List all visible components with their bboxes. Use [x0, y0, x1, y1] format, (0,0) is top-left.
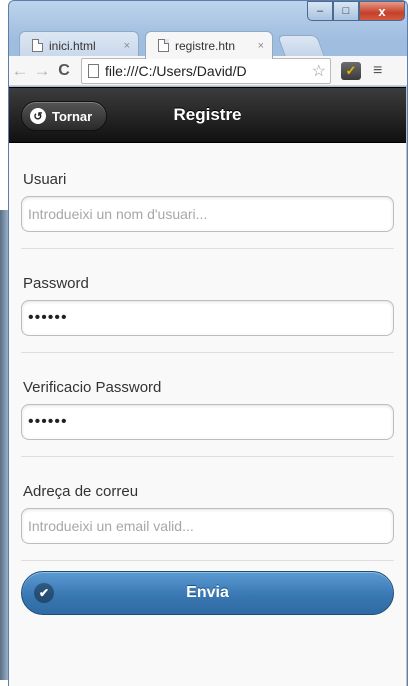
- password-verify-field-group: Verificacio Password: [21, 353, 394, 457]
- username-label: Usuari: [23, 171, 67, 188]
- back-button[interactable]: ↺ Tornar: [21, 101, 108, 131]
- reload-icon[interactable]: C: [53, 62, 75, 80]
- forward-arrow-icon[interactable]: →: [31, 61, 53, 81]
- username-input[interactable]: [21, 196, 394, 232]
- close-window-button[interactable]: x: [359, 1, 405, 21]
- window-controls: – □ x: [307, 1, 405, 21]
- page-icon: [32, 39, 43, 52]
- tab-registre[interactable]: registre.htn ×: [145, 31, 273, 59]
- submit-label: Envia: [186, 584, 229, 601]
- tab-close-icon[interactable]: ×: [258, 40, 264, 52]
- tab-strip: inici.html × registre.htn ×: [19, 25, 326, 59]
- menu-icon[interactable]: ≡: [373, 62, 382, 80]
- password-input[interactable]: [21, 300, 394, 336]
- username-field-group: Usuari: [21, 143, 394, 249]
- check-icon: ✔: [34, 583, 54, 603]
- bookmark-star-icon[interactable]: ☆: [308, 61, 330, 81]
- browser-toolbar: ← → C file:///C:/Users/David/D ☆ ✓ ≡: [9, 56, 407, 86]
- back-button-label: Tornar: [52, 108, 93, 124]
- back-arrow-icon[interactable]: ←: [9, 61, 31, 81]
- submit-button[interactable]: ✔ Envia: [21, 571, 394, 615]
- tab-close-icon[interactable]: ×: [124, 40, 130, 52]
- registration-form: Usuari Password Verificacio Password Adr…: [9, 143, 406, 560]
- tab-label: inici.html: [49, 38, 96, 53]
- page-icon: [158, 39, 169, 52]
- page-header: ↺ Tornar Registre: [9, 87, 406, 143]
- tab-inici[interactable]: inici.html ×: [19, 31, 139, 59]
- page-content: ↺ Tornar Registre Usuari Password Verifi…: [9, 87, 407, 686]
- tab-label: registre.htn: [175, 38, 236, 53]
- password-field-group: Password: [21, 249, 394, 353]
- address-bar[interactable]: file:///C:/Users/David/D ☆: [81, 57, 331, 84]
- url-text: file:///C:/Users/David/D: [105, 62, 247, 79]
- email-input[interactable]: [21, 508, 394, 544]
- submit-area: ✔ Envia: [21, 560, 394, 615]
- new-tab-button[interactable]: [276, 35, 326, 57]
- minimize-button[interactable]: –: [307, 1, 333, 21]
- extension-icon[interactable]: ✓: [341, 61, 361, 80]
- back-icon: ↺: [30, 108, 46, 124]
- password-verify-label: Verificacio Password: [23, 379, 162, 396]
- desktop-edge: [0, 0, 8, 686]
- page-title: Registre: [173, 105, 242, 124]
- password-verify-input[interactable]: [21, 404, 394, 440]
- email-field-group: Adreça de correu: [21, 457, 394, 560]
- email-label: Adreça de correu: [23, 483, 139, 500]
- maximize-button[interactable]: □: [333, 1, 359, 21]
- password-label: Password: [23, 275, 89, 292]
- page-icon: [88, 63, 99, 78]
